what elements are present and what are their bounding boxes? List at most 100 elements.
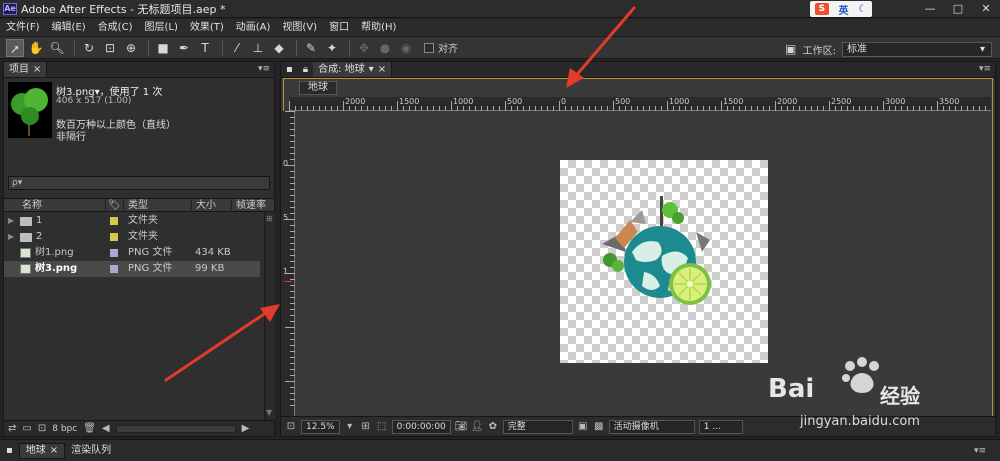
scroll-right-icon[interactable]: ▶ [242,423,250,434]
menu-effect[interactable]: 效果(T) [184,19,230,36]
tab-dropdown-icon[interactable]: ▾ [369,62,374,77]
lock-icon[interactable]: 🔒︎ [297,62,314,77]
minimize-button[interactable]: — [916,0,944,18]
hierarchy-icon[interactable]: ⊞ [266,214,273,223]
ime-toolbar[interactable]: S 英 ☾ [810,1,872,17]
zoom-dropdown-icon[interactable]: ▾ [344,421,356,433]
label-swatch[interactable] [110,249,118,257]
camera-tool-icon[interactable]: ⊡ [101,39,119,57]
moon-icon[interactable]: ☾ [858,4,867,15]
maximize-button[interactable]: □ [944,0,972,18]
panel-grip-icon[interactable]: ▪ [0,443,19,459]
column-type[interactable]: 类型 [124,199,192,212]
label-swatch[interactable] [110,265,118,273]
rectangle-tool-icon[interactable]: ■ [154,39,172,57]
row-type: PNG 文件 [128,263,173,274]
safe-margins-icon[interactable]: ⊞ [360,421,372,433]
tab-composition[interactable]: 合成: 地球 ▾ × [313,62,393,77]
label-column-icon[interactable]: 🏷︎ [106,199,124,212]
menu-file[interactable]: 文件(F) [0,19,46,36]
zoom-tool-icon[interactable]: 🔍︎ [48,39,66,57]
project-row[interactable]: 树1.png PNG 文件 434 KB [4,245,260,261]
menu-edit[interactable]: 编辑(E) [46,19,92,36]
title-bar: Ae Adobe After Effects - 无标题项目.aep * S 英… [0,0,1000,18]
timecode[interactable]: 0:00:00:00 [391,419,451,434]
close-button[interactable]: ✕ [972,0,1000,18]
new-composition-icon[interactable]: ⊡ [38,423,46,434]
baidu-brand-suffix: 经验 [880,384,920,408]
trash-icon[interactable]: 🗑︎ [83,423,96,434]
eraser-tool-icon[interactable]: ◆ [270,39,288,57]
zoom-select[interactable]: 12.5% [301,419,340,434]
interpret-footage-icon[interactable]: ⇄ [8,423,16,434]
tab-composition-label: 合成: 地球 [318,64,365,75]
tab-render-queue[interactable]: 渲染队列 [65,443,117,459]
snap-checkbox[interactable] [424,42,434,53]
project-row[interactable]: ▶ 2 文件夹 [4,229,260,245]
close-icon[interactable]: × [33,62,41,77]
expand-arrow-icon[interactable]: ▶ [8,213,16,229]
horizontal-ruler[interactable]: 2000 1500 1000 500 0 500 1000 1500 2000 … [289,97,991,111]
ime-language[interactable]: 英 [839,2,849,17]
clone-stamp-tool-icon[interactable]: ⊥ [249,39,267,57]
scroll-down-icon[interactable]: ▼ [266,408,272,417]
sogou-icon[interactable]: S [814,3,829,15]
panel-menu-icon[interactable]: ▾≡ [979,64,991,74]
roto-brush-tool-icon[interactable]: ✎ [302,39,320,57]
new-folder-icon[interactable]: ▭ [22,423,31,434]
label-swatch[interactable] [110,217,118,225]
pen-tool-icon[interactable]: ✒ [175,39,193,57]
close-icon[interactable]: × [50,443,58,459]
menu-composition[interactable]: 合成(C) [92,19,139,36]
tab-project[interactable]: 项目 × [4,62,48,77]
region-of-interest-icon[interactable]: ▣ [577,421,589,433]
column-size[interactable]: 大小 [192,199,232,212]
puppet-pin-tool-icon[interactable]: ✦ [323,39,341,57]
hand-tool-icon[interactable]: ✋ [27,39,45,57]
selection-tool-icon[interactable]: ➚ [6,38,24,57]
menu-animation[interactable]: 动画(A) [230,19,277,36]
column-frame-rate[interactable]: 帧速率 [232,199,274,212]
text-tool-icon[interactable]: T [196,39,214,57]
expand-arrow-icon[interactable]: ▶ [8,229,16,245]
ruler-label: 2000 [777,97,798,106]
workspace-select[interactable]: 标准 [842,41,992,57]
horizontal-scrollbar[interactable] [115,424,236,433]
transparency-grid-icon[interactable]: ▩ [593,421,605,433]
ruler-tick [883,101,884,111]
column-name[interactable]: 名称 [4,199,106,212]
ruler-label: 1 [283,267,289,276]
always-preview-icon[interactable]: ⊡ [285,421,297,433]
project-row[interactable]: ▶ 1 文件夹 [4,213,260,229]
bit-depth[interactable]: 8 bpc [52,424,77,434]
menu-window[interactable]: 窗口 [323,19,355,36]
menu-layer[interactable]: 图层(L) [138,19,183,36]
pan-behind-tool-icon[interactable]: ⊕ [122,39,140,57]
after-effects-logo: Ae [3,2,17,15]
brush-tool-icon[interactable]: ⁄ [228,39,246,57]
show-snapshot-icon[interactable]: 👤︎ [471,421,484,433]
mask-visibility-icon[interactable]: ⬚ [376,421,388,433]
close-icon[interactable]: × [378,62,386,77]
resolution-select[interactable]: 完整 [502,419,573,434]
panel-grip-icon[interactable]: ▪ [281,62,298,77]
view-layout-select[interactable]: 1 ... [698,419,743,434]
comp-flowchart-chip[interactable]: 地球 [299,81,337,95]
transparency-grid[interactable] [560,160,768,363]
scroll-left-icon[interactable]: ◀ [102,423,110,434]
menu-view[interactable]: 视图(V) [276,19,323,36]
label-swatch[interactable] [110,233,118,241]
project-row-selected[interactable]: 树3.png PNG 文件 99 KB [4,261,260,277]
earth-artwork[interactable] [560,160,768,363]
menu-help[interactable]: 帮助(H) [355,19,402,36]
camera-view-select[interactable]: 活动摄像机 [608,419,695,434]
snapshot-camera-icon[interactable]: 📷︎ [455,421,468,433]
project-search-input[interactable]: ρ▾ [8,176,270,190]
panel-menu-icon[interactable]: ▾≡ [974,446,986,456]
color-channels-icon[interactable]: ✿ [487,421,499,433]
ruler-tick [397,101,398,111]
tab-timeline-earth[interactable]: 地球 × [18,442,66,459]
rotation-tool-icon[interactable]: ↻ [80,39,98,57]
panel-menu-icon[interactable]: ▾≡ [258,64,270,74]
ruler-tick [613,101,614,111]
